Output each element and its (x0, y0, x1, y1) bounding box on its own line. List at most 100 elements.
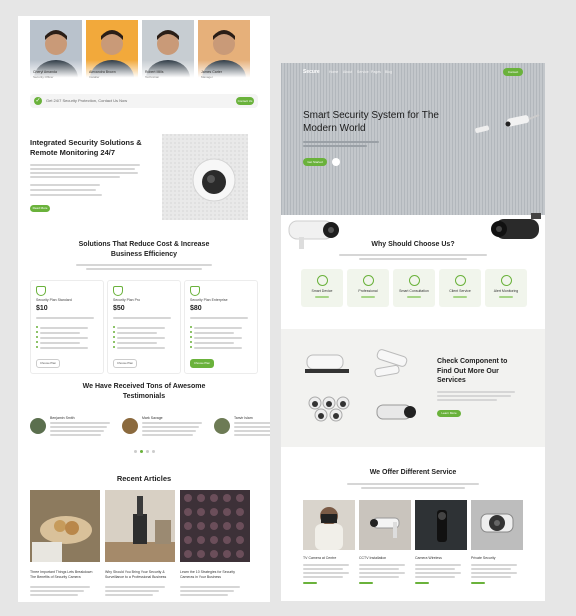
read-more-label: Read More (32, 206, 48, 210)
services-title: We Offer Different Service (369, 469, 457, 476)
team-member-card[interactable]: Cheryl Amanda Security Officer (30, 20, 82, 82)
integrated-security-section: Integrated Security Solutions & Remote M… (30, 134, 258, 244)
nav-link[interactable]: Pages (371, 70, 381, 74)
feature-card[interactable]: Client Service (439, 269, 481, 307)
choose-plan-button[interactable]: Choose Plan (113, 359, 137, 368)
feature-card[interactable]: Smart Consultation (393, 269, 435, 307)
plan-feature-line (117, 347, 165, 349)
pricing-card: Security Plan Pro $50 Choose Plan (107, 280, 181, 374)
check-icon (113, 336, 115, 338)
choose-plan-label: Choose Plan (116, 361, 133, 365)
service-read-more[interactable] (471, 582, 485, 584)
article-card[interactable]: Learn the 10 Strategies for Security Cam… (180, 490, 250, 602)
components-learn-more-button[interactable]: Learn More (437, 410, 461, 417)
team-member-card[interactable]: James Carter Manager (198, 20, 250, 82)
testimonial-text-line (142, 434, 193, 436)
nav-link[interactable]: About (343, 70, 352, 74)
nav-link[interactable]: Blog (385, 70, 392, 74)
service-text-line (359, 576, 399, 578)
services-subtitle-line (361, 487, 465, 489)
article-card[interactable]: Why Should You Bring Your Security & Sur… (105, 490, 175, 602)
brand-logo[interactable]: Secure (303, 69, 320, 75)
feature-label: Client Service (449, 289, 471, 293)
contact-banner: ✓ Get 24/7 Security Protection, Contact … (30, 94, 258, 108)
feature-link-line (361, 296, 375, 298)
choose-plan-button[interactable]: Choose Plan (36, 359, 60, 368)
security-camera-photo-icon (480, 513, 514, 533)
plan-desc-line (190, 317, 248, 319)
carousel-dots[interactable] (130, 450, 160, 454)
check-icon (113, 341, 115, 343)
team-member-role: Manager (201, 75, 213, 79)
team-member-name: Robert Mills (145, 70, 164, 74)
service-text-line (303, 576, 343, 578)
service-text-line (471, 576, 511, 578)
service-read-more[interactable] (303, 582, 317, 584)
service-text-line (471, 568, 511, 570)
check-icon (190, 341, 192, 343)
plan-feature-line (194, 332, 234, 334)
banner-contact-button[interactable]: Contact Us (236, 97, 254, 105)
testimonial-name: Mark Savage (142, 416, 163, 420)
service-card[interactable]: Private Security (471, 500, 523, 596)
nav-link[interactable]: Service (357, 70, 369, 74)
text-line (30, 164, 140, 166)
feature-label: Alert Monitoring (493, 289, 519, 293)
check-icon (190, 326, 192, 328)
check-icon (113, 331, 115, 333)
hero-get-started-button[interactable]: Get Started (303, 158, 327, 166)
article-thumbnail (105, 490, 175, 562)
components-text-line (437, 399, 497, 401)
service-card[interactable]: TV Camera at Centre (303, 500, 355, 596)
check-icon (190, 331, 192, 333)
pricing-card: Security Plan Enterprise $80 Choose Plan (184, 280, 258, 374)
article-text-line (180, 586, 240, 588)
choose-plan-button[interactable]: Choose Plan (190, 359, 214, 368)
article-title: Why Should You Bring Your Security & Sur… (105, 570, 167, 579)
service-read-more[interactable] (415, 582, 429, 584)
integrated-read-more-button[interactable]: Read More (30, 205, 50, 212)
play-video-icon[interactable] (332, 158, 340, 166)
choose-plan-label: Choose Plan (193, 361, 210, 365)
service-title: CCTV Installation (359, 556, 387, 560)
check-icon (190, 346, 192, 348)
bullet-line (30, 189, 96, 191)
service-photo (415, 500, 467, 550)
service-text-line (415, 576, 455, 578)
check-icon (36, 331, 38, 333)
feature-card[interactable]: Smart Device (301, 269, 343, 307)
service-photo (303, 500, 355, 550)
feature-card[interactable]: Professional (347, 269, 389, 307)
right-page-preview: Secure Home About Service Pages Blog Contact… (281, 63, 545, 601)
team-member-card[interactable]: Robert Mills Technician (142, 20, 194, 82)
nav-contact-button[interactable]: Contact (503, 68, 523, 76)
plan-name: Security Plan Enterprise (190, 298, 228, 302)
testimonials-title: We Have Received Tons of Awesome Testimo… (82, 383, 206, 400)
service-card[interactable]: CCTV Installation (359, 500, 411, 596)
feature-icon (501, 275, 512, 286)
feature-label: Professional (358, 289, 378, 293)
articles-title: Recent Articles (116, 474, 172, 483)
feature-card[interactable]: Alert Monitoring (485, 269, 527, 307)
article-text-line (105, 590, 159, 592)
testimonial-text-line (50, 430, 104, 432)
feature-icon (363, 275, 374, 286)
team-member-card[interactable]: Alexandra Brown Installer (86, 20, 138, 82)
service-title: Camera Wireless (415, 556, 442, 560)
service-read-more[interactable] (359, 582, 373, 584)
service-card[interactable]: Camera Wireless (415, 500, 467, 596)
dome-camera-icon (162, 134, 248, 220)
why-subtitle-line (359, 258, 467, 260)
article-text-line (105, 586, 165, 588)
bullet-camera-icon (475, 114, 540, 133)
article-text-line (105, 594, 153, 596)
nav-link[interactable]: Home (329, 70, 338, 74)
subtitle-line (76, 264, 212, 266)
nav-contact-label: Contact (507, 70, 519, 74)
shield-plan-icon (36, 286, 46, 296)
components-text-line (437, 391, 515, 393)
team-member-role: Security Officer (33, 75, 54, 79)
service-text-line (359, 568, 399, 570)
article-card[interactable]: Three Important Things Lets Breakdown Th… (30, 490, 100, 602)
testimonial-text-line (234, 430, 270, 432)
